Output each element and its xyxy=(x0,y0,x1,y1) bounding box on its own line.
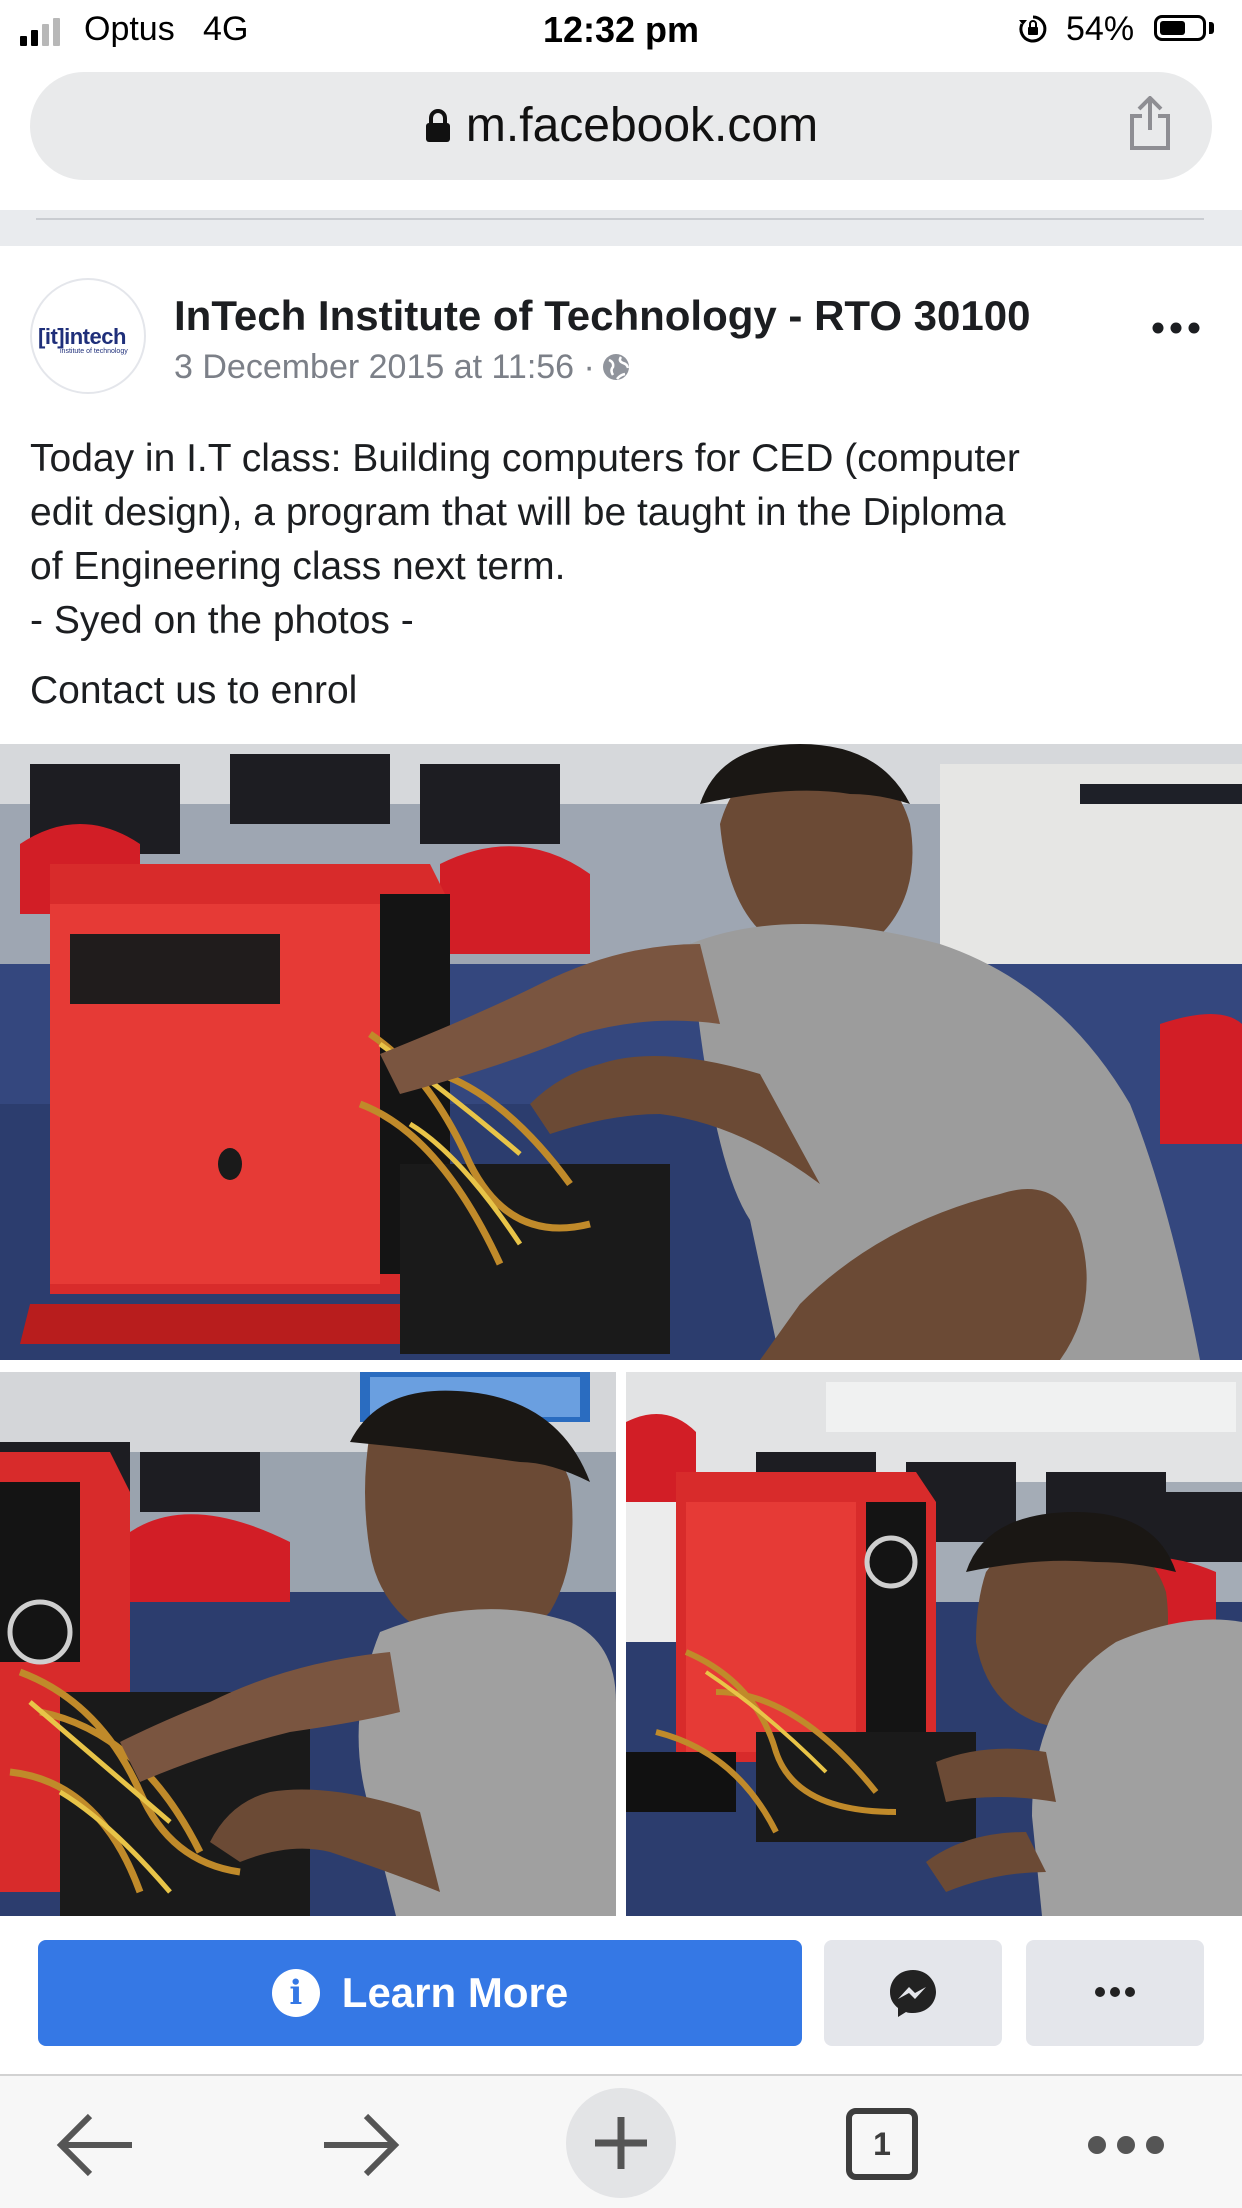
new-tab-plus-icon xyxy=(595,2117,647,2169)
forward-arrow-icon[interactable] xyxy=(320,2112,400,2178)
status-time: 12:32 pm xyxy=(542,9,700,50)
photo-main[interactable] xyxy=(0,744,1242,1360)
back-arrow-icon[interactable] xyxy=(56,2112,136,2178)
photo-left[interactable] xyxy=(0,1372,616,1916)
post-text-line: of Engineering class next term. xyxy=(30,545,566,588)
post-actions: i Learn More xyxy=(0,1918,1242,2070)
avatar-logo-sub: institute of technology xyxy=(60,348,128,355)
learn-more-label: Learn More xyxy=(341,1969,569,2016)
post-timestamp[interactable]: 3 December 2015 at 11:56 · xyxy=(174,348,631,387)
photo-right[interactable] xyxy=(626,1372,1242,1916)
messenger-icon xyxy=(890,1970,936,2017)
share-icon[interactable] xyxy=(1126,96,1174,152)
messenger-button[interactable] xyxy=(824,1940,1002,2046)
orientation-lock-icon xyxy=(1019,15,1047,43)
page-avatar[interactable]: [it]intech institute of technology xyxy=(30,278,146,394)
battery-icon xyxy=(1154,15,1206,41)
post-text-line: - Syed on the photos - xyxy=(30,599,414,642)
battery-percent: 54% xyxy=(1066,10,1135,48)
tabs-icon[interactable]: 1 xyxy=(846,2108,918,2180)
more-icon[interactable] xyxy=(1086,2134,1166,2156)
url-text: m.facebook.com xyxy=(465,99,819,152)
learn-more-button[interactable]: i Learn More xyxy=(38,1940,802,2046)
globe-icon xyxy=(602,354,630,380)
new-tab-button[interactable] xyxy=(566,2088,676,2198)
post-options-icon[interactable] xyxy=(1150,310,1202,346)
feed-divider xyxy=(0,210,1242,246)
address-bar[interactable]: m.facebook.com xyxy=(30,72,1212,180)
lock-icon xyxy=(425,109,450,142)
more-actions-button[interactable] xyxy=(1026,1940,1204,2046)
post-text-line: Today in I.T class: Building computers f… xyxy=(30,437,1020,480)
status-bar: Optus 4G 12:32 pm 54% xyxy=(0,0,1242,62)
post-text: Today in I.T class: Building computers f… xyxy=(30,432,1220,718)
browser-toolbar: 1 xyxy=(0,2074,1242,2208)
more-icon xyxy=(1095,1987,1135,1997)
post-contact-line: Contact us to enrol xyxy=(30,669,358,712)
page-name[interactable]: InTech Institute of Technology - RTO 301… xyxy=(174,292,1030,340)
info-icon: i xyxy=(271,1969,320,2017)
post-text-line: edit design), a program that will be tau… xyxy=(30,491,1006,534)
avatar-logo: [it]intech xyxy=(38,324,126,349)
